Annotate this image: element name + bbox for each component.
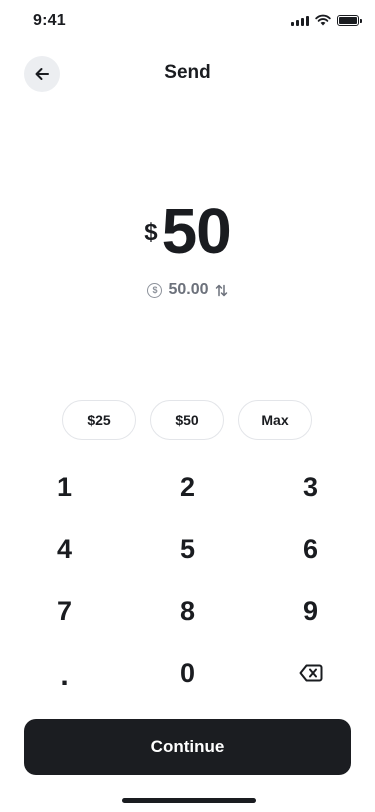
secondary-amount-value: 50.00	[168, 281, 209, 298]
status-icons	[291, 14, 362, 26]
backspace-key[interactable]	[249, 642, 372, 704]
key-6[interactable]: 6	[249, 518, 372, 580]
continue-button[interactable]: Continue	[24, 719, 351, 775]
status-time: 9:41	[33, 12, 66, 29]
status-bar: 9:41	[0, 0, 375, 44]
header: Send	[0, 52, 375, 96]
quick-amounts: $25 $50 Max	[62, 400, 312, 440]
key-4[interactable]: 4	[3, 518, 126, 580]
backspace-icon	[299, 664, 322, 682]
key-9[interactable]: 9	[249, 580, 372, 642]
amount-value: 50	[161, 195, 232, 267]
quick-amount-25-button[interactable]: $25	[62, 400, 136, 440]
signal-icon	[291, 14, 309, 26]
quick-amount-max-button[interactable]: Max	[238, 400, 312, 440]
amount-display: $ 50	[0, 195, 375, 267]
key-7[interactable]: 7	[3, 580, 126, 642]
page-title: Send	[164, 62, 211, 83]
quick-amount-50-button[interactable]: $50	[150, 400, 224, 440]
key-1[interactable]: 1	[3, 456, 126, 518]
key-3[interactable]: 3	[249, 456, 372, 518]
key-5[interactable]: 5	[126, 518, 249, 580]
key-8[interactable]: 8	[126, 580, 249, 642]
secondary-amount: $ 50.00	[0, 281, 375, 299]
key-2[interactable]: 2	[126, 456, 249, 518]
home-indicator	[122, 798, 256, 803]
dollar-coin-icon: $	[147, 282, 163, 298]
wifi-icon	[315, 14, 331, 26]
battery-icon	[337, 14, 362, 26]
swap-vertical-icon[interactable]	[215, 284, 228, 297]
currency-symbol: $	[144, 219, 158, 246]
keypad: 1 2 3 4 5 6 7 8 9 . 0	[3, 456, 372, 704]
key-0[interactable]: 0	[126, 642, 249, 704]
key-decimal[interactable]: .	[3, 642, 126, 704]
